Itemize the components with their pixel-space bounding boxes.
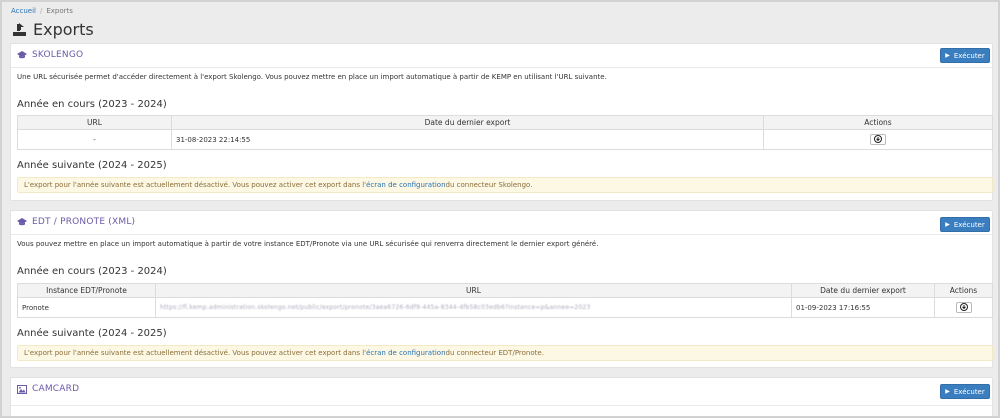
panel-skolengo: SKOLENGO ▶ Exécuter Une URL sécurisée pe… <box>10 43 993 201</box>
execute-label: Exécuter <box>953 220 985 229</box>
export-icon <box>11 21 27 37</box>
cell-url[interactable]: https://fl.kemp.administration.skolengo.… <box>155 297 792 318</box>
execute-label: Exécuter <box>953 387 985 396</box>
app-frame: Accueil / Exports Exports SKOLENGO ▶ Exécu… <box>0 0 1000 418</box>
warning-alert-edt: L'export pour l'année suivante est actue… <box>17 345 993 361</box>
panel-title-skolengo: SKOLENGO <box>17 50 83 60</box>
execute-button-camcard[interactable]: ▶ Exécuter <box>940 384 990 399</box>
current-year-heading-skolengo: Année en cours (2023 - 2024) <box>17 99 167 110</box>
cell-instance: Pronote <box>17 297 156 318</box>
breadcrumb: Accueil / Exports <box>11 7 73 15</box>
cell-actions <box>763 129 993 150</box>
breadcrumb-separator: / <box>40 7 43 15</box>
exports-table-skolengo: URL Date du dernier export Actions - 31-… <box>17 115 993 150</box>
download-button[interactable] <box>870 133 886 145</box>
column-header-url: URL <box>155 283 792 298</box>
table-row: Pronote https://fl.kemp.administration.s… <box>17 297 993 318</box>
column-header-date: Date du dernier export <box>791 283 935 298</box>
column-header-instance: Instance EDT/Pronote <box>17 283 156 298</box>
table-row: - 31-08-2023 22:14:55 <box>17 129 993 150</box>
column-header-url: URL <box>17 115 172 130</box>
column-header-actions: Actions <box>934 283 993 298</box>
execute-button-edt[interactable]: ▶ Exécuter <box>940 217 990 232</box>
warning-alert-skolengo: L'export pour l'année suivante est actue… <box>17 177 993 193</box>
play-icon: ▶ <box>945 52 950 59</box>
play-icon: ▶ <box>945 221 950 228</box>
page-heading: Exports <box>33 19 94 39</box>
graduation-cap-icon <box>17 50 27 60</box>
breadcrumb-current: Exports <box>46 7 73 15</box>
cell-date: 31-08-2023 22:14:55 <box>171 129 764 150</box>
breadcrumb-home-link[interactable]: Accueil <box>11 7 36 15</box>
cell-url: - <box>17 129 172 150</box>
next-year-heading-skolengo: Année suivante (2024 - 2025) <box>17 160 167 171</box>
panel-title-camcard: CAMCARD <box>17 384 79 394</box>
download-icon <box>874 135 882 144</box>
configuration-link[interactable]: écran de configuration <box>366 181 445 189</box>
play-icon: ▶ <box>945 388 950 395</box>
download-button[interactable] <box>955 301 972 313</box>
warning-text: L'export pour l'année suivante est actue… <box>24 181 367 189</box>
cell-date: 01-09-2023 17:16:55 <box>791 297 935 318</box>
current-year-heading-edt: Année en cours (2023 - 2024) <box>17 266 167 277</box>
description-skolengo: Une URL sécurisée permet d'accéder direc… <box>17 73 607 81</box>
cell-actions <box>934 297 993 318</box>
panel-title-text: EDT / PRONOTE (XML) <box>32 217 136 227</box>
panel-header-skolengo: SKOLENGO ▶ Exécuter <box>11 44 992 68</box>
warning-text-end: du connecteur Skolengo. <box>445 181 533 189</box>
panel-header-edt: EDT / PRONOTE (XML) ▶ Exécuter <box>11 211 992 235</box>
execute-label: Exécuter <box>953 51 985 60</box>
column-header-actions: Actions <box>763 115 993 130</box>
warning-text-end: du connecteur EDT/Pronote. <box>445 349 544 357</box>
image-icon <box>17 384 27 394</box>
description-edt: Vous pouvez mettre en place un import au… <box>17 240 599 248</box>
warning-text: L'export pour l'année suivante est actue… <box>24 349 367 357</box>
panel-title-text: CAMCARD <box>32 384 80 394</box>
graduation-cap-icon <box>17 217 27 227</box>
page-title: Exports <box>11 18 94 40</box>
panel-header-camcard: CAMCARD ▶ Exécuter <box>11 378 992 406</box>
download-icon <box>959 303 968 312</box>
execute-button-skolengo[interactable]: ▶ Exécuter <box>940 48 990 63</box>
panel-title-text: SKOLENGO <box>32 50 84 60</box>
next-year-heading-edt: Année suivante (2024 - 2025) <box>17 328 167 339</box>
configuration-link[interactable]: écran de configuration <box>366 349 445 357</box>
panel-title-edt: EDT / PRONOTE (XML) <box>17 217 135 227</box>
column-header-date: Date du dernier export <box>171 115 764 130</box>
panel-camcard: CAMCARD ▶ Exécuter <box>10 377 993 416</box>
panel-edt-pronote: EDT / PRONOTE (XML) ▶ Exécuter Vous pouv… <box>10 210 993 368</box>
exports-table-edt: Instance EDT/Pronote URL Date du dernier… <box>17 283 993 318</box>
